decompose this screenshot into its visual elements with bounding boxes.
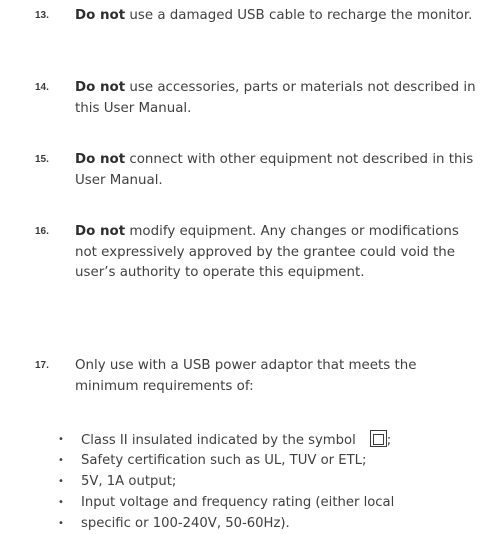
- bullet-item: • Input voltage and frequency rating (ei…: [58, 493, 482, 513]
- emphasis-do-not: Do not: [75, 80, 126, 95]
- bullet-dot-icon: •: [58, 497, 64, 508]
- item-number: 16.: [35, 226, 49, 237]
- item-number: 13.: [35, 10, 49, 21]
- item-body: modify equipment. Any changes or modific…: [75, 224, 459, 280]
- bullet-dot-icon: •: [58, 476, 64, 487]
- item-text: Do not use accessories, parts or materia…: [75, 78, 482, 119]
- item-body: use a damaged USB cable to recharge the …: [125, 8, 473, 23]
- emphasis-do-not: Do not: [75, 8, 126, 23]
- item-body: use accessories, parts or materials not …: [75, 80, 476, 116]
- bullet-text: Class II insulated indicated by the symb…: [81, 430, 391, 451]
- item-text: Only use with a USB power adaptor that m…: [75, 356, 482, 397]
- emphasis-do-not: Do not: [75, 224, 126, 239]
- emphasis-do-not: Do not: [75, 152, 126, 167]
- bullet-item: • Class II insulated indicated by the sy…: [58, 430, 482, 450]
- item-text: Do not use a damaged USB cable to rechar…: [75, 6, 482, 27]
- class-ii-double-square-icon: [369, 430, 387, 447]
- bullet-item: • 5V, 1A output;: [58, 472, 482, 492]
- bullet-text: Input voltage and frequency rating (eith…: [81, 495, 395, 510]
- bullet-dot-icon: •: [58, 434, 64, 445]
- item-body: connect with other equipment not describ…: [75, 152, 474, 188]
- bullet-item: • specific or 100-240V, 50-60Hz).: [58, 514, 482, 534]
- item-body: Only use with a USB power adaptor that m…: [75, 358, 417, 394]
- item-number: 17.: [35, 360, 49, 371]
- bullet-item: • Safety certification such as UL, TUV o…: [58, 451, 482, 471]
- bullet-text: specific or 100-240V, 50-60Hz).: [81, 516, 290, 531]
- item-text: Do not modify equipment. Any changes or …: [75, 222, 482, 284]
- item-number: 15.: [35, 154, 49, 165]
- item-text: Do not connect with other equipment not …: [75, 150, 482, 191]
- bullet-dot-icon: •: [58, 455, 64, 466]
- bullet-dot-icon: •: [58, 518, 64, 529]
- bullet-text: 5V, 1A output;: [81, 474, 177, 489]
- bullet-text: Safety certification such as UL, TUV or …: [81, 453, 367, 468]
- item-number: 14.: [35, 82, 49, 93]
